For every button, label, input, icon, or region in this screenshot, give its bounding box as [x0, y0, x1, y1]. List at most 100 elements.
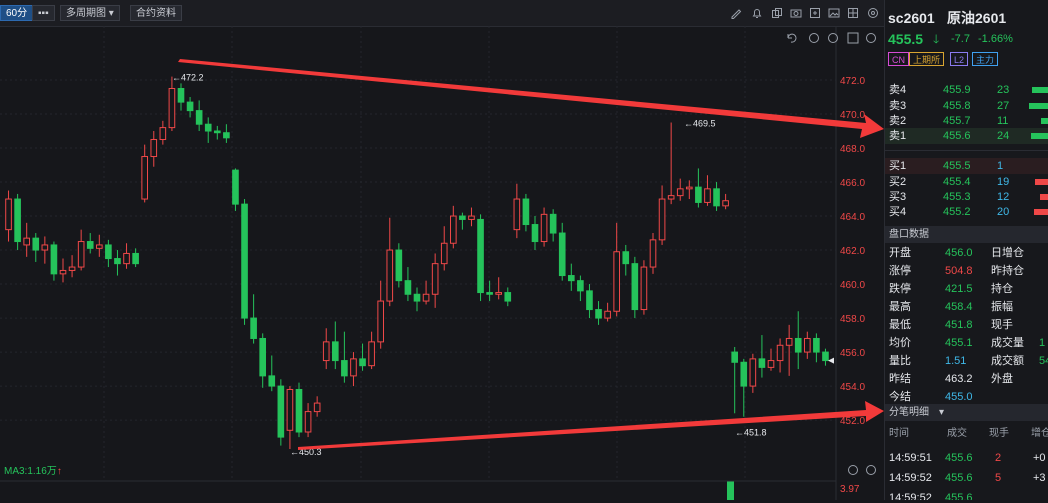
bid-row[interactable]: 买3 455.3 12	[885, 189, 1048, 205]
candle-body	[822, 351, 829, 362]
ask-row[interactable]: 卖4 455.9 23	[885, 82, 1048, 98]
grid-icon[interactable]	[846, 6, 860, 20]
copy-icon[interactable]	[770, 6, 784, 20]
stat-row: 昨结 463.2 外盘	[885, 371, 1048, 387]
stat-value: 421.5	[945, 283, 973, 295]
candle	[32, 233, 40, 262]
indicator-gear-icon[interactable]	[866, 465, 876, 475]
indicator-settings-icon[interactable]	[848, 465, 858, 475]
candle	[549, 209, 557, 242]
candle	[322, 328, 330, 370]
candle	[767, 348, 775, 371]
candle-body	[377, 300, 385, 343]
candle-body	[486, 292, 493, 295]
candle-body	[195, 110, 203, 125]
stat-key-2: 成交额	[991, 355, 1024, 367]
contract-code: sc2601	[888, 10, 935, 26]
candle-body	[803, 337, 811, 353]
candle	[141, 144, 149, 203]
y-tick-label: 462.0	[840, 246, 865, 257]
candle	[749, 353, 757, 393]
stat-key: 开盘	[889, 247, 911, 259]
indicator-label: MA3:1.16万↑	[4, 466, 62, 477]
kline-svg[interactable]: 472.0 470.0 468.0 466.0 464.0 462.0 460.0 458.0…	[0, 26, 884, 500]
ticks-column-header: 现手	[989, 428, 1009, 439]
candle-body	[41, 244, 49, 251]
candle-body	[177, 88, 185, 103]
level-label: 买3	[889, 191, 907, 203]
window-icon[interactable]	[847, 32, 859, 44]
period-button[interactable]: 60分	[0, 5, 34, 21]
y-tick-label: 472.0	[840, 76, 865, 87]
candle	[268, 355, 276, 392]
candle	[95, 234, 103, 257]
bid-row[interactable]: 买1 455.5 1	[885, 158, 1048, 174]
chart-toolbar: 60分 ▪▪▪ 多周期图 ▾ 合约资料	[0, 0, 884, 27]
candle	[713, 182, 720, 211]
level-volume-bar	[1029, 103, 1048, 109]
candle	[123, 243, 130, 269]
candle	[613, 222, 621, 317]
candle	[531, 216, 539, 251]
bell-icon[interactable]	[750, 6, 764, 20]
candle-body	[395, 249, 403, 282]
ask-row[interactable]: 卖3 455.8 27	[885, 98, 1048, 114]
more-button[interactable]: ▪▪▪	[32, 5, 55, 21]
candle-body	[431, 263, 439, 295]
candle	[504, 287, 512, 307]
candle	[459, 212, 466, 230]
candle	[241, 199, 248, 325]
level-price: 455.7	[943, 115, 971, 127]
candle-body	[186, 101, 194, 112]
ask-row[interactable]: 卖1 455.6 24	[885, 128, 1048, 144]
candle-body	[622, 251, 630, 265]
candle-body	[540, 213, 548, 243]
chevron-down-icon: ▾	[108, 8, 114, 19]
settings-icon[interactable]	[866, 6, 880, 20]
level-volume-bar	[1040, 194, 1048, 200]
contract-info-button[interactable]: 合约资料	[130, 5, 182, 21]
candle	[350, 352, 357, 387]
tick-time: 14:59:52	[889, 492, 932, 500]
candle	[286, 386, 294, 449]
fullscreen-icon[interactable]	[808, 6, 822, 20]
kline-chart[interactable]: 472.0 470.0 468.0 466.0 464.0 462.0 460.0 458.0…	[0, 26, 884, 500]
pencil-icon[interactable]	[730, 6, 744, 20]
level-label: 买4	[889, 206, 907, 218]
candle-body	[785, 337, 793, 346]
ask-row[interactable]: 卖2 455.7 11	[885, 113, 1048, 129]
undo-icon[interactable]	[787, 33, 797, 43]
tag-l2: L2	[950, 52, 969, 66]
stat-key: 跌停	[889, 283, 911, 295]
bid-row[interactable]: 买2 455.4 19	[885, 174, 1048, 190]
gear-icon[interactable]	[866, 33, 876, 43]
stat-row: 今结 455.0	[885, 389, 1048, 405]
candle	[5, 190, 12, 242]
multi-period-dropdown[interactable]: 多周期图 ▾	[60, 5, 120, 21]
candle	[449, 205, 457, 249]
mid-high-label: ←469.5	[684, 119, 716, 129]
candle-body	[77, 241, 85, 268]
stat-key-2: 外盘	[991, 373, 1013, 385]
candle-body	[341, 360, 348, 377]
ticks-header[interactable]: 分笔明细 ▾	[885, 404, 1048, 421]
candle	[41, 236, 49, 264]
tick-price: 455.6	[945, 472, 973, 484]
candle-body	[422, 293, 430, 302]
zoom-in-icon[interactable]	[809, 33, 819, 43]
bid-row[interactable]: 买4 455.2 20	[885, 204, 1048, 220]
candle	[177, 83, 185, 111]
down-arrow-icon: 🡓	[933, 32, 940, 46]
image-icon[interactable]	[827, 6, 841, 20]
mid-low-label: ←451.8	[735, 427, 767, 437]
candle	[595, 301, 602, 325]
tick-price: 455.6	[945, 492, 973, 500]
y-tick-label: 456.0	[840, 348, 865, 359]
camera-icon[interactable]	[789, 6, 803, 20]
tick-row: 14:59:51 455.6 2 +0	[885, 450, 1048, 466]
caret-down-icon[interactable]: ▾	[939, 404, 944, 421]
level-label: 卖1	[889, 130, 907, 142]
candle-body	[168, 88, 176, 129]
candle	[540, 207, 548, 247]
candle	[785, 324, 793, 376]
